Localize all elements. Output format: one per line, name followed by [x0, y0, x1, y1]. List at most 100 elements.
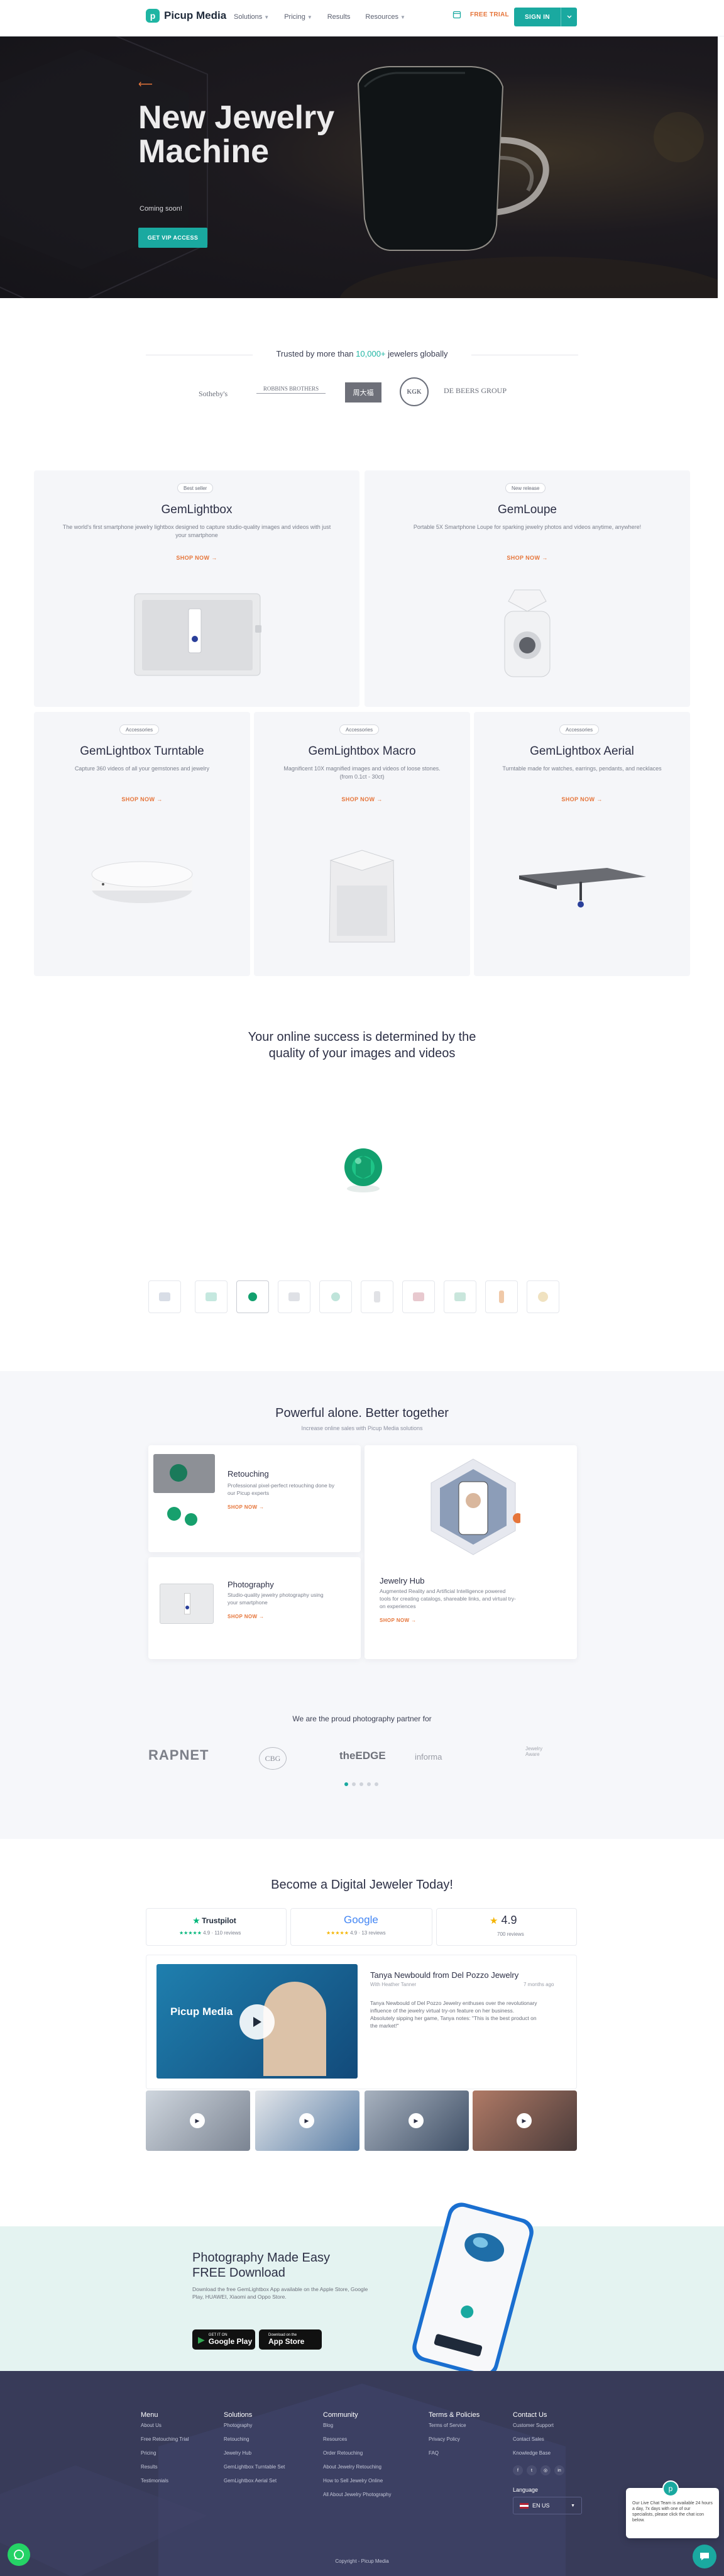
carousel-dot[interactable]	[375, 1782, 378, 1786]
logo[interactable]: p Picup Media	[146, 9, 226, 23]
nav-solutions[interactable]: Solutions ▼	[234, 13, 269, 21]
footer-link[interactable]: Terms of Service	[429, 2423, 466, 2428]
nav-pricing[interactable]: Pricing ▼	[284, 13, 312, 21]
footer-link[interactable]: Order Retouching	[323, 2450, 363, 2456]
star-icon: ★	[490, 1916, 498, 1926]
shop-now-link[interactable]: SHOP NOW →	[34, 796, 250, 802]
jewelry-thumbnail[interactable]	[527, 1280, 559, 1313]
shop-now-link[interactable]: SHOP NOW →	[228, 1614, 265, 1619]
jewelry-thumbnail[interactable]	[148, 1280, 181, 1313]
product-card-macro[interactable]: Accessories GemLightbox Macro Magnificen…	[254, 712, 470, 976]
arrow-right-icon: →	[211, 555, 217, 561]
linkedin-icon[interactable]: in	[554, 2465, 564, 2475]
video-thumbnail[interactable]: ▶	[146, 2090, 250, 2151]
instagram-icon[interactable]: ◎	[540, 2465, 551, 2475]
vip-access-button[interactable]: GET VIP ACCESS	[138, 228, 207, 248]
together-heading: Powerful alone. Better together	[275, 1406, 449, 1420]
product-card-aerial[interactable]: Accessories GemLightbox Aerial Turntable…	[474, 712, 690, 976]
video-thumbnail[interactable]: ▶	[365, 2090, 469, 2151]
footer-link[interactable]: Resources	[323, 2436, 347, 2442]
jewelry-thumbnail[interactable]	[444, 1280, 476, 1313]
twitter-icon[interactable]: t	[527, 2465, 537, 2475]
bracelet-icon	[159, 1292, 170, 1301]
language-select[interactable]: EN US ▼	[513, 2497, 582, 2514]
carousel-dot[interactable]	[367, 1782, 371, 1786]
product-card-turntable[interactable]: Accessories GemLightbox Turntable Captur…	[34, 712, 250, 976]
jewelry-thumbnail-selected[interactable]	[236, 1280, 269, 1313]
solution-card-photography[interactable]: Photography Studio-quality jewelry photo…	[148, 1557, 361, 1659]
footer-link[interactable]: Customer Support	[513, 2423, 554, 2428]
carousel-dot[interactable]	[352, 1782, 356, 1786]
jewelry-thumbnail[interactable]	[361, 1280, 393, 1313]
jewelry-thumbnail[interactable]	[195, 1280, 228, 1313]
app-store-button[interactable]: Download on the App Store	[259, 2329, 322, 2350]
chat-icon	[700, 2553, 709, 2560]
product-description: Turntable made for watches, earrings, pe…	[502, 765, 662, 772]
footer-link[interactable]: Pricing	[141, 2450, 156, 2456]
footer-link[interactable]: Privacy Policy	[429, 2436, 460, 2442]
footer-link[interactable]: All About Jewelry Photography	[323, 2492, 392, 2497]
video-thumbnail[interactable]: ▶	[255, 2090, 359, 2151]
review-video[interactable]: Picup Media	[156, 1964, 358, 2079]
product-card-gemlightbox[interactable]: Best seller GemLightbox The world's firs…	[34, 470, 359, 707]
brand-logo-de-beers: DE BEERS GROUP	[444, 386, 507, 395]
whatsapp-button[interactable]	[8, 2543, 30, 2566]
footer-link[interactable]: Contact Sales	[513, 2436, 544, 2442]
google-rating[interactable]: Google ★★★★★ 4.9 · 13 reviews	[290, 1908, 432, 1946]
footer-link[interactable]: About Jewelry Retouching	[323, 2464, 381, 2470]
review-title: Tanya Newbould from Del Pozzo Jewelry	[370, 1970, 519, 1980]
shop-now-link[interactable]: SHOP NOW →	[34, 555, 359, 561]
jewelry-thumbnail[interactable]	[485, 1280, 518, 1313]
nav-results[interactable]: Results	[327, 13, 351, 21]
turntable-image	[91, 861, 193, 903]
play-icon[interactable]	[239, 2004, 275, 2040]
chat-button[interactable]	[693, 2545, 716, 2568]
jewelry-thumbnail[interactable]	[278, 1280, 310, 1313]
pendant-icon	[499, 1291, 504, 1303]
shop-now-label: SHOP NOW	[176, 555, 210, 561]
solutions-section	[0, 1371, 724, 1839]
solution-card-retouching[interactable]: Retouching Professional pixel-perfect re…	[148, 1445, 361, 1552]
chat-popup[interactable]: p Our Live Chat Team is available 24 hou…	[626, 2480, 719, 2538]
video-thumbnail[interactable]: ▶	[473, 2090, 577, 2151]
footer-link[interactable]: FAQ	[429, 2450, 439, 2456]
shop-now-link[interactable]: SHOP NOW →	[474, 796, 690, 802]
footer-link[interactable]: Retouching	[224, 2436, 249, 2442]
earrings-icon	[206, 1292, 217, 1301]
stars-icon: ★★★★★	[179, 1930, 202, 1936]
footer-link[interactable]: GemLightbox Turntable Set	[224, 2464, 285, 2470]
google-play-button[interactable]: ▶ GET IT ON Google Play	[192, 2329, 255, 2350]
language-value: EN US	[532, 2502, 550, 2509]
free-trial-link[interactable]: FREE TRIAL	[452, 10, 509, 19]
solution-card-jewelry-hub[interactable]: Jewelry Hub Augmented Reality and Artifi…	[365, 1445, 577, 1659]
carousel-dot-active[interactable]	[344, 1782, 348, 1786]
footer-link[interactable]: How to Sell Jewelry Online	[323, 2478, 383, 2484]
shop-now-link[interactable]: SHOP NOW →	[254, 796, 470, 802]
trustpilot-rating[interactable]: ★ Trustpilot ★★★★★ 4.9 · 110 reviews	[146, 1908, 287, 1946]
trustpilot-label: Trustpilot	[202, 1916, 236, 1925]
chevron-down-icon[interactable]	[561, 8, 577, 26]
footer-link[interactable]: Free Retouching Trial	[141, 2436, 189, 2442]
facebook-icon[interactable]: f	[513, 2465, 523, 2475]
carousel-dot[interactable]	[359, 1782, 363, 1786]
hero-subtitle: Coming soon!	[140, 205, 182, 213]
footer-link[interactable]: Results	[141, 2464, 158, 2470]
product-badge: Accessories	[119, 724, 160, 735]
nav-resources[interactable]: Resources ▼	[365, 13, 405, 21]
sign-in-button[interactable]: SIGN IN	[514, 8, 577, 26]
jewelry-thumbnail[interactable]	[402, 1280, 435, 1313]
footer-solutions-title: Solutions	[224, 2411, 253, 2419]
footer-link[interactable]: Photography	[224, 2423, 252, 2428]
jewelry-thumbnail[interactable]	[319, 1280, 352, 1313]
shop-now-link[interactable]: SHOP NOW →	[228, 1504, 265, 1510]
shop-now-link[interactable]: SHOP NOW →	[365, 555, 690, 561]
app-description: Download the free GemLightbox App availa…	[192, 2286, 368, 2300]
footer-link[interactable]: Jewelry Hub	[224, 2450, 251, 2456]
product-card-gemloupe[interactable]: New release GemLoupe Portable 5X Smartph…	[365, 470, 690, 707]
footer-link[interactable]: Blog	[323, 2423, 333, 2428]
footer-link[interactable]: About Us	[141, 2423, 162, 2428]
shop-now-link[interactable]: SHOP NOW →	[380, 1618, 417, 1623]
footer-link[interactable]: GemLightbox Aerial Set	[224, 2478, 277, 2484]
footer-link[interactable]: Knowledge Base	[513, 2450, 551, 2456]
footer-link[interactable]: Testimonials	[141, 2478, 168, 2484]
